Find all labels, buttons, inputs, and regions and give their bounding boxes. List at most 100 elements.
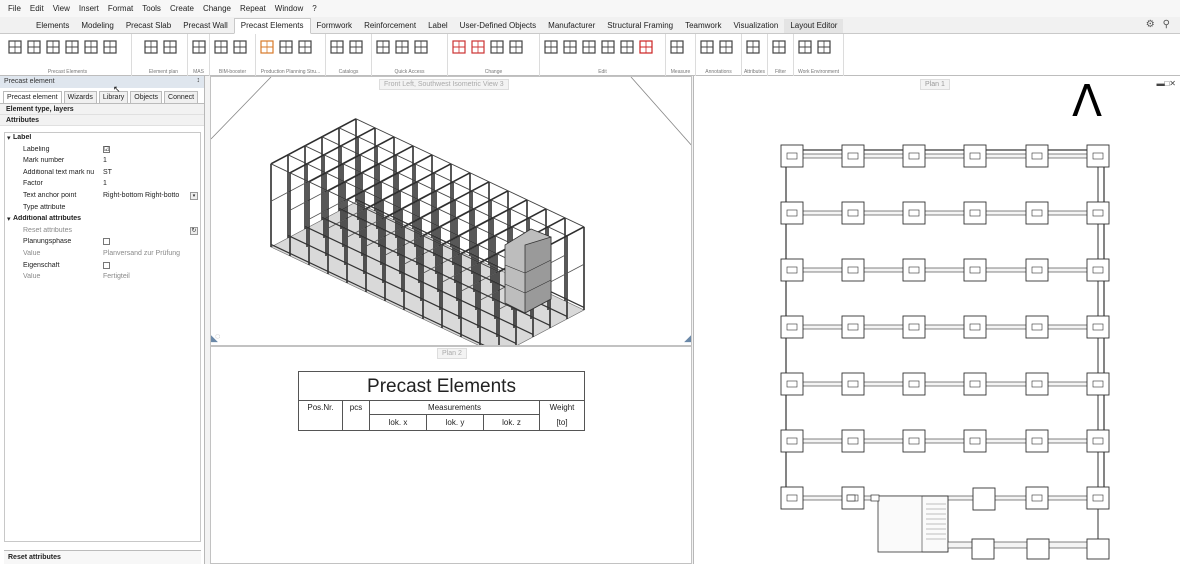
tab-manufacturer[interactable]: Manufacturer (542, 19, 601, 33)
ribbon-tool-icon[interactable] (374, 37, 391, 57)
tab-user-defined-objects[interactable]: User-Defined Objects (454, 19, 542, 33)
attribute-row[interactable]: Reset attributes ↻ (5, 226, 200, 238)
attribute-value[interactable]: ST (103, 169, 112, 176)
attribute-value[interactable]: Fertigteil (103, 273, 130, 280)
ribbon-tool-icon[interactable] (618, 37, 635, 57)
ribbon-tool-icon[interactable] (796, 37, 813, 57)
collapse-icon[interactable]: ▾ (7, 215, 11, 223)
ribbon-tool-icon[interactable] (258, 37, 275, 57)
ribbon-tool-icon[interactable] (412, 37, 429, 57)
attribute-value[interactable]: 1 (103, 157, 107, 164)
attribute-row[interactable]: Additional text mark nu ST (5, 168, 200, 180)
ribbon-tool-icon[interactable] (190, 37, 207, 57)
collapse-icon[interactable]: ▾ (7, 134, 11, 142)
menu-item-view[interactable]: View (53, 4, 70, 13)
ribbon-tool-icon[interactable] (63, 37, 80, 57)
attribute-checkbox[interactable]: ☑ (103, 145, 110, 153)
ribbon-tool-icon[interactable] (296, 37, 313, 57)
menu-item-format[interactable]: Format (108, 4, 133, 13)
tab-label[interactable]: Label (422, 19, 454, 33)
palette-tab-connect[interactable]: Connect (164, 91, 199, 103)
checkbox[interactable] (103, 238, 110, 246)
dropdown-arrow-icon[interactable]: ▾ (190, 191, 198, 200)
menu-item-file[interactable]: File (8, 4, 21, 13)
settings-icon[interactable]: ⚙ (1146, 19, 1155, 30)
menu-item-insert[interactable]: Insert (79, 4, 99, 13)
menu-item-edit[interactable]: Edit (30, 4, 44, 13)
palette-tab-precast-element[interactable]: Precast element (3, 91, 62, 103)
ribbon-tool-icon[interactable] (542, 37, 559, 57)
attribute-row[interactable]: Value Fertigteil (5, 272, 200, 284)
ribbon-tool-icon[interactable] (469, 37, 486, 57)
ribbon-tool-icon[interactable] (668, 37, 685, 57)
attribute-checkbox[interactable] (103, 238, 110, 247)
reset-icon[interactable]: ↻ (190, 226, 198, 235)
menu-item-repeat[interactable]: Repeat (240, 4, 266, 13)
attribute-checkbox[interactable] (103, 261, 110, 271)
menu-item-tools[interactable]: Tools (142, 4, 161, 13)
ribbon-tool-icon[interactable] (507, 37, 524, 57)
menu-item-create[interactable]: Create (170, 4, 194, 13)
attribute-row[interactable]: Planungsphase (5, 237, 200, 249)
ribbon-tool-icon[interactable] (744, 37, 761, 57)
ribbon-tool-icon[interactable] (393, 37, 410, 57)
ribbon-tool-icon[interactable] (599, 37, 616, 57)
ribbon-tool-icon[interactable] (212, 37, 229, 57)
ribbon-tool-icon[interactable] (698, 37, 715, 57)
plan-view-2[interactable]: Plan 2 Precast Elements Pos.Nr. pcs Meas… (210, 346, 692, 564)
attribute-row[interactable]: Text anchor point Right-bottom Right-bott… (5, 191, 200, 203)
isometric-view-3d[interactable]: Front Left, Southwest Isometric View 3 ◌… (210, 76, 692, 346)
tab-precast-elements[interactable]: Precast Elements (233, 18, 311, 34)
ribbon-tool-icon[interactable] (637, 37, 654, 57)
tab-modeling[interactable]: Modeling (75, 19, 119, 33)
attribute-value[interactable]: Planversand zur Prüfung (103, 250, 180, 257)
ribbon-tool-icon[interactable] (82, 37, 99, 57)
ribbon-tool-icon[interactable] (770, 37, 787, 57)
ribbon-tool-icon[interactable] (44, 37, 61, 57)
attribute-row[interactable]: Eigenschaft (5, 261, 200, 273)
tab-layout-editor[interactable]: Layout Editor (784, 19, 844, 33)
ribbon-tool-icon[interactable] (488, 37, 505, 57)
tab-structural-framing[interactable]: Structural Framing (601, 19, 679, 33)
corner-handle-icon[interactable]: ◣ (211, 333, 218, 344)
ribbon-tool-icon[interactable] (277, 37, 294, 57)
group-label[interactable]: ▾ Label (5, 133, 200, 145)
ribbon-tool-icon[interactable] (142, 37, 159, 57)
ribbon-tool-icon[interactable] (231, 37, 248, 57)
group-additional-attributes[interactable]: ▾ Additional attributes (5, 214, 200, 226)
attribute-row[interactable]: Factor 1 (5, 179, 200, 191)
section-element-type[interactable]: Element type, layers (0, 104, 204, 115)
view-label-plan2[interactable]: Plan 2 (437, 348, 467, 359)
checkbox[interactable] (103, 261, 110, 269)
ribbon-tool-icon[interactable] (580, 37, 597, 57)
ribbon-tool-icon[interactable] (561, 37, 578, 57)
tab-precast-slab[interactable]: Precast Slab (120, 19, 177, 33)
tab-teamwork[interactable]: Teamwork (679, 19, 727, 33)
ribbon-tool-icon[interactable] (717, 37, 734, 57)
pin-icon[interactable]: ↕ (197, 77, 201, 84)
tab-elements[interactable]: Elements (30, 19, 75, 33)
attribute-row[interactable]: Labeling ☑ (5, 145, 200, 157)
ribbon-tool-icon[interactable] (450, 37, 467, 57)
plan-view-1[interactable]: Plan 1 ▬□✕ Λ (693, 76, 1180, 564)
tab-precast-wall[interactable]: Precast Wall (177, 19, 234, 33)
menu-item-change[interactable]: Change (203, 4, 231, 13)
attribute-row[interactable]: Type attribute (5, 203, 200, 215)
tab-reinforcement[interactable]: Reinforcement (358, 19, 422, 33)
tab-visualization[interactable]: Visualization (728, 19, 785, 33)
ribbon-tool-icon[interactable] (328, 37, 345, 57)
search-icon[interactable]: ⚲ (1163, 19, 1170, 30)
menu-item--[interactable]: ? (312, 4, 316, 13)
ribbon-tool-icon[interactable] (101, 37, 118, 57)
ribbon-tool-icon[interactable] (6, 37, 23, 57)
section-attributes[interactable]: Attributes (0, 115, 204, 126)
tab-formwork[interactable]: Formwork (311, 19, 359, 33)
ribbon-tool-icon[interactable] (815, 37, 832, 57)
attribute-row[interactable]: Value Planversand zur Prüfung (5, 249, 200, 261)
checkbox[interactable]: ☑ (103, 145, 110, 153)
menu-item-window[interactable]: Window (275, 4, 303, 13)
ribbon-tool-icon[interactable] (25, 37, 42, 57)
palette-tab-objects[interactable]: Objects (130, 91, 163, 103)
attribute-value[interactable]: Right-bottom Right-botto (103, 192, 179, 199)
ribbon-tool-icon[interactable] (347, 37, 364, 57)
